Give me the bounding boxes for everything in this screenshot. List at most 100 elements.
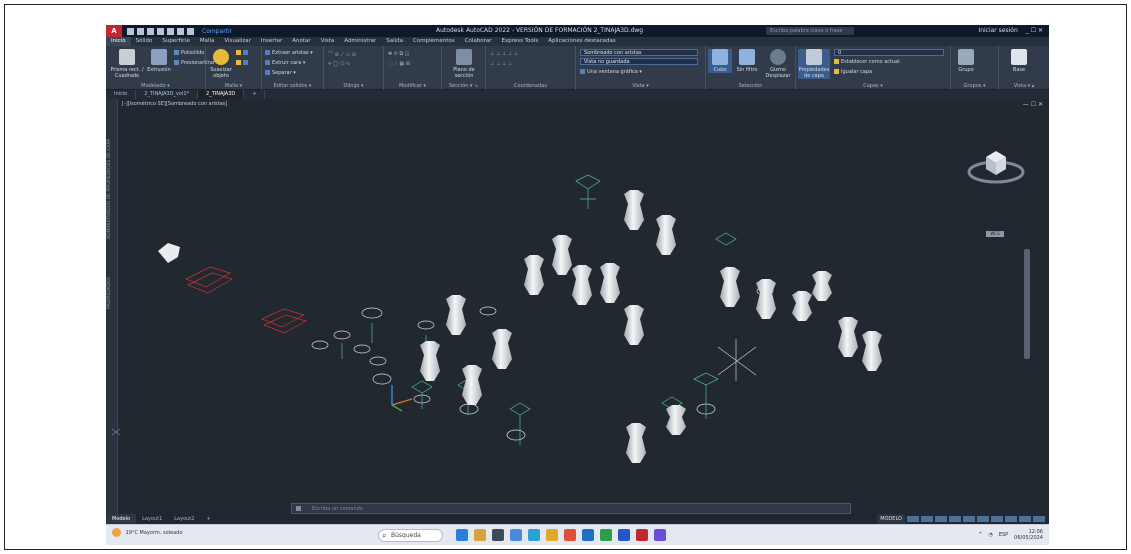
base-view-button[interactable]: Base	[1007, 49, 1031, 73]
tab-insertar[interactable]: Insertar	[256, 37, 287, 46]
draw-tools-2[interactable]: ⟡ ◯ ⬡ ∿	[328, 61, 350, 67]
draw-tools[interactable]: ⌒ ⊘ ⟋ ▭ ⊙	[328, 51, 356, 58]
teams-icon[interactable]	[654, 529, 666, 541]
section-plane-button[interactable]: Plano de sección	[448, 49, 480, 79]
panel-label[interactable]: Vista ▾	[576, 83, 705, 89]
layer-properties-button[interactable]: Propiedades de capa	[798, 49, 830, 79]
smooth-object-button[interactable]: Suavizar objeto	[208, 49, 234, 79]
model-space-toggle[interactable]: MODELO	[877, 514, 905, 524]
workspace-icon[interactable]	[1019, 516, 1031, 522]
solid-block[interactable]	[158, 243, 180, 263]
otrack-toggle-icon[interactable]	[977, 516, 989, 522]
osnap-toggle-icon[interactable]	[963, 516, 975, 522]
green-wireframes[interactable]	[311, 174, 774, 445]
tab-inicio[interactable]: Inicio	[106, 37, 131, 46]
viewport-config[interactable]: Una ventana gráfica ▾	[580, 69, 642, 75]
tab-complementos[interactable]: Complementos	[408, 37, 460, 46]
no-filter-button[interactable]: Sin filtro	[734, 49, 760, 73]
mesh-tools[interactable]	[236, 50, 250, 56]
annotation-scale-icon[interactable]	[1005, 516, 1017, 522]
store-icon[interactable]	[618, 529, 630, 541]
modify-tools[interactable]: ✥ ⟳ ⧉ ◫	[388, 51, 409, 57]
tab-model[interactable]: Modelo	[106, 514, 137, 524]
ucs-tools[interactable]: ⊥ ⊥ ⊥ ⊥ ⊥	[490, 51, 518, 57]
wifi-icon[interactable]: ◔	[988, 532, 992, 538]
language-indicator[interactable]: ESP	[999, 532, 1008, 538]
extrude-button[interactable]: Extrusión	[146, 49, 172, 73]
folder-icon[interactable]	[546, 529, 558, 541]
print-icon[interactable]	[167, 27, 174, 35]
tab-superficie[interactable]: Superficie	[157, 37, 195, 46]
redo-icon[interactable]	[187, 27, 194, 35]
ucs-tools-2[interactable]: ⊥ ⊥ ⊥ ⊥	[490, 61, 512, 67]
save-icon[interactable]	[147, 27, 154, 35]
chrome-icon[interactable]	[564, 529, 576, 541]
customize-icon[interactable]	[1033, 516, 1045, 522]
viewcube[interactable]	[966, 139, 1026, 194]
panel-label[interactable]: Modelado ▾	[106, 83, 205, 89]
culling-button[interactable]: Cubo	[708, 49, 732, 73]
tab-layout2[interactable]: Layout2	[168, 514, 200, 524]
start-icon[interactable]	[456, 529, 468, 541]
panel-label[interactable]: Capas ▾	[796, 83, 950, 89]
polysolid-button[interactable]: Polisólido	[174, 50, 204, 56]
tab-visualizar[interactable]: Visualizar	[219, 37, 255, 46]
lineweight-toggle-icon[interactable]	[991, 516, 1003, 522]
help-search-input[interactable]: Escriba palabra clave o frase	[766, 27, 854, 35]
panel-label[interactable]: Editar sólidos ▾	[262, 83, 323, 89]
named-view-dropdown[interactable]: Vista no guardada	[580, 58, 698, 65]
tab-administrar[interactable]: Administrar	[339, 37, 381, 46]
new-tab-button[interactable]: +	[244, 90, 266, 99]
tab-vista[interactable]: Vista	[316, 37, 340, 46]
autocad-logo-icon[interactable]: A	[106, 25, 122, 37]
chat-icon[interactable]	[510, 529, 522, 541]
gizmo-button[interactable]: Gizmo Desplazar	[762, 49, 794, 79]
tab-layout1[interactable]: Layout1	[136, 514, 168, 524]
red-wireframe[interactable]	[185, 266, 307, 334]
new-icon[interactable]	[127, 27, 134, 35]
grid-toggle-icon[interactable]	[907, 516, 919, 522]
mesh-tools-2[interactable]	[236, 60, 250, 66]
command-close-icon[interactable]	[296, 506, 301, 511]
edge-icon[interactable]	[528, 529, 540, 541]
command-line-input[interactable]: Escriba un comando	[291, 503, 851, 514]
extract-edges-button[interactable]: Extraer aristas ▾	[265, 50, 313, 56]
open-icon[interactable]	[137, 27, 144, 35]
match-layer-button[interactable]: Igualar capa	[834, 69, 872, 75]
polar-toggle-icon[interactable]	[949, 516, 961, 522]
ucs-menu[interactable]: WCS	[986, 231, 1004, 237]
excel-icon[interactable]	[600, 529, 612, 541]
tab-aplicaciones[interactable]: Aplicaciones destacadas	[543, 37, 621, 46]
saveas-icon[interactable]	[157, 27, 164, 35]
panel-label[interactable]: Grupos ▾	[951, 83, 998, 89]
tab-solido[interactable]: Sólido	[131, 37, 158, 46]
navigation-bar[interactable]	[1024, 249, 1030, 359]
tab-add-layout[interactable]: +	[200, 514, 216, 524]
tab-colaborar[interactable]: Colaborar	[460, 37, 497, 46]
panel-label[interactable]: Coordenadas	[486, 83, 575, 89]
file-tab-2[interactable]: 2_TINAJA3D	[198, 90, 245, 99]
box-button[interactable]: Prisma rect. / Cuadrado	[110, 49, 144, 79]
clock[interactable]: 12:06 06/05/2024	[1014, 529, 1043, 541]
vase-objects[interactable]	[420, 190, 882, 463]
group-button[interactable]: Grupo	[955, 49, 977, 73]
tab-salida[interactable]: Salida	[381, 37, 408, 46]
weather-widget[interactable]: 19°C Mayorm. soleado	[112, 528, 182, 537]
file-explorer-icon[interactable]	[474, 529, 486, 541]
set-current-button[interactable]: Establecer como actual	[834, 59, 900, 65]
undo-icon[interactable]	[177, 27, 184, 35]
share-button[interactable]: Compartir	[202, 28, 232, 35]
file-tab-start[interactable]: Inicio	[106, 90, 137, 99]
tray-chevron-icon[interactable]: ^	[978, 532, 982, 538]
window-controls[interactable]: _ ☐ ✕	[1026, 25, 1043, 37]
tab-express-tools[interactable]: Express Tools	[496, 37, 543, 46]
panel-label[interactable]: Vista ▾ ▴	[999, 83, 1049, 89]
tab-anotar[interactable]: Anotar	[287, 37, 315, 46]
layer-dropdown[interactable]: 0	[834, 49, 944, 56]
panel-label[interactable]: Sección ▾ ↘	[442, 83, 485, 89]
panel-label[interactable]: Selección	[706, 83, 795, 89]
panel-label[interactable]: Malla ▾	[206, 83, 261, 89]
extrude-face-button[interactable]: Extruir cara ▾	[265, 60, 305, 66]
drawing-viewport[interactable]: ADMINISTRADOR DE PROPIEDADES DE CAPA PRO…	[106, 99, 1049, 514]
snap-toggle-icon[interactable]	[921, 516, 933, 522]
